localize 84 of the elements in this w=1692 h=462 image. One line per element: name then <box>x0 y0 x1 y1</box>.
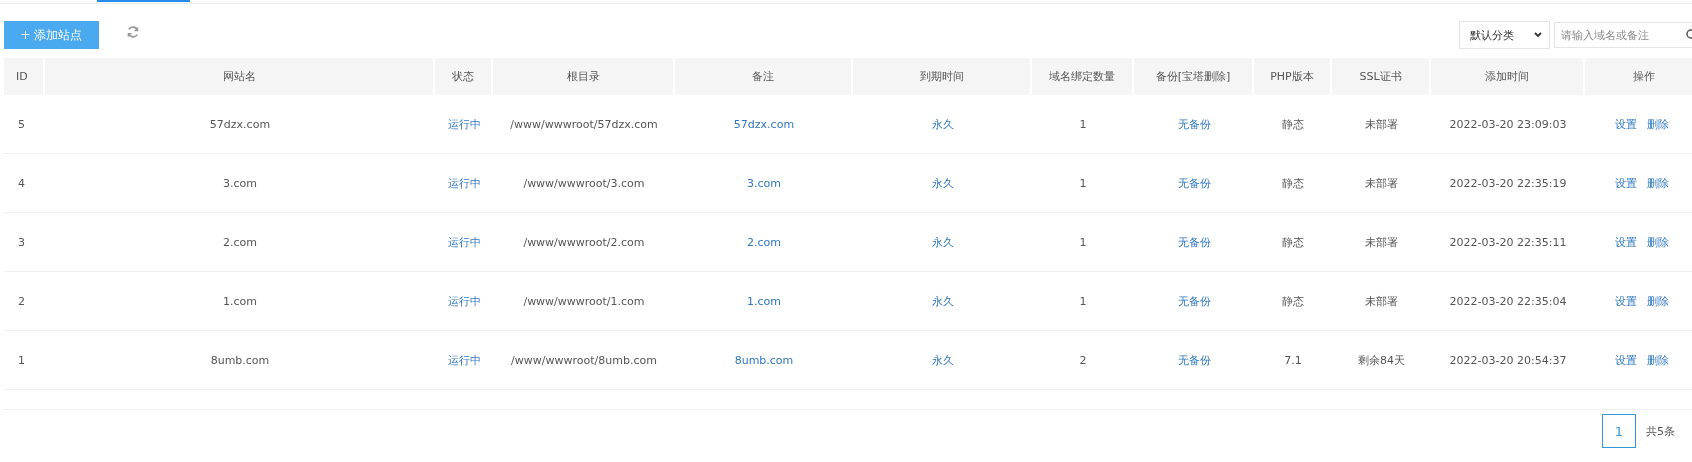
column-header: 域名绑定数量 <box>1049 69 1115 84</box>
backup-link[interactable]: 无备份 <box>1177 175 1211 191</box>
php-version-cell: 静态 <box>1282 293 1304 309</box>
expiry-link[interactable]: 永久 <box>931 234 954 250</box>
column-header: 到期时间 <box>919 69 964 84</box>
id-cell: 5 <box>18 117 25 131</box>
php-version-cell: 7.1 <box>1284 353 1302 367</box>
added-time-cell: 2022-03-20 22:35:11 <box>1449 235 1567 249</box>
settings-link[interactable]: 设置 <box>1615 175 1637 191</box>
status-link[interactable]: 运行中 <box>447 175 481 191</box>
id-cell: 3 <box>18 235 25 249</box>
settings-link[interactable]: 设置 <box>1615 234 1637 250</box>
backup-link[interactable]: 无备份 <box>1177 352 1211 368</box>
column-header: 备注 <box>752 69 774 84</box>
note-link[interactable]: 57dzx.com <box>733 117 795 131</box>
note-link[interactable]: 3.com <box>747 176 781 190</box>
php-version-cell: 静态 <box>1282 116 1304 132</box>
column-header: 状态 <box>452 69 474 84</box>
column-header: PHP版本 <box>1270 69 1314 84</box>
added-time-cell: 2022-03-20 22:35:19 <box>1449 176 1567 190</box>
root-dir-cell: /www/wwwroot/8umb.com <box>511 353 657 367</box>
column-header: 添加时间 <box>1485 69 1529 84</box>
status-link[interactable]: 运行中 <box>447 352 481 368</box>
settings-link[interactable]: 设置 <box>1615 293 1637 309</box>
status-link[interactable]: 运行中 <box>447 116 481 132</box>
column-header: 备份[宝塔删除] <box>1155 69 1231 84</box>
site-name-cell: 1.com <box>223 294 257 308</box>
settings-link[interactable]: 设置 <box>1615 352 1637 368</box>
ssl-cell: 未部署 <box>1365 175 1398 191</box>
id-cell: 2 <box>18 294 25 308</box>
root-dir-cell: /www/wwwroot/3.com <box>523 176 645 190</box>
delete-link[interactable]: 删除 <box>1647 175 1669 191</box>
root-dir-cell: /www/wwwroot/2.com <box>523 235 645 249</box>
column-header: 操作 <box>1633 69 1655 84</box>
note-link[interactable]: 2.com <box>747 235 781 249</box>
domain-count-cell: 2 <box>1079 353 1087 367</box>
ssl-cell: 未部署 <box>1365 234 1398 250</box>
total-count: 共5条 <box>1646 423 1675 439</box>
delete-link[interactable]: 删除 <box>1647 116 1669 132</box>
expiry-link[interactable]: 永久 <box>931 293 954 309</box>
php-version-cell: 静态 <box>1282 234 1304 250</box>
note-link[interactable]: 1.com <box>747 294 781 308</box>
page-button[interactable]: 1 <box>1602 414 1636 448</box>
settings-link[interactable]: 设置 <box>1615 116 1637 132</box>
domain-count-cell: 1 <box>1079 235 1087 249</box>
backup-link[interactable]: 无备份 <box>1177 293 1211 309</box>
column-header: SSL证书 <box>1359 69 1402 84</box>
column-header: 网站名 <box>222 69 256 84</box>
status-link[interactable]: 运行中 <box>447 293 481 309</box>
backup-link[interactable]: 无备份 <box>1177 234 1211 250</box>
expiry-link[interactable]: 永久 <box>931 352 954 368</box>
root-dir-cell: /www/wwwroot/1.com <box>523 294 645 308</box>
status-link[interactable]: 运行中 <box>447 234 481 250</box>
caret-icon <box>1533 30 1543 40</box>
domain-count-cell: 1 <box>1079 176 1087 190</box>
add-site-button[interactable]: + 添加站点 <box>4 21 99 49</box>
added-time-cell: 2022-03-20 23:09:03 <box>1449 117 1567 131</box>
site-name-cell: 3.com <box>223 176 257 190</box>
site-name-cell: 57dzx.com <box>209 117 271 131</box>
ssl-cell: 未部署 <box>1365 116 1398 132</box>
added-time-cell: 2022-03-20 20:54:37 <box>1449 353 1567 367</box>
note-link[interactable]: 8umb.com <box>734 353 794 367</box>
expiry-link[interactable]: 永久 <box>931 175 954 191</box>
category-select[interactable]: 默认分类 <box>1459 21 1550 49</box>
domain-count-cell: 1 <box>1079 117 1087 131</box>
site-name-cell: 2.com <box>223 235 257 249</box>
delete-link[interactable]: 删除 <box>1647 352 1669 368</box>
column-header: 根目录 <box>566 69 600 84</box>
column-header: ID <box>16 70 28 83</box>
delete-link[interactable]: 删除 <box>1647 234 1669 250</box>
ssl-cell: 剩余84天 <box>1358 352 1405 368</box>
search-field[interactable]: 请输入域名或备注 <box>1554 22 1692 48</box>
added-time-cell: 2022-03-20 22:35:04 <box>1449 294 1567 308</box>
php-version-cell: 静态 <box>1282 175 1304 191</box>
site-name-cell: 8umb.com <box>210 353 270 367</box>
backup-link[interactable]: 无备份 <box>1177 116 1211 132</box>
id-cell: 1 <box>18 353 25 367</box>
ssl-cell: 未部署 <box>1365 293 1398 309</box>
root-dir-cell: /www/wwwroot/57dzx.com <box>510 117 658 131</box>
expiry-link[interactable]: 永久 <box>931 116 954 132</box>
domain-count-cell: 1 <box>1079 294 1087 308</box>
refresh-icon[interactable] <box>126 25 140 39</box>
id-cell: 4 <box>18 176 25 190</box>
delete-link[interactable]: 删除 <box>1647 293 1669 309</box>
